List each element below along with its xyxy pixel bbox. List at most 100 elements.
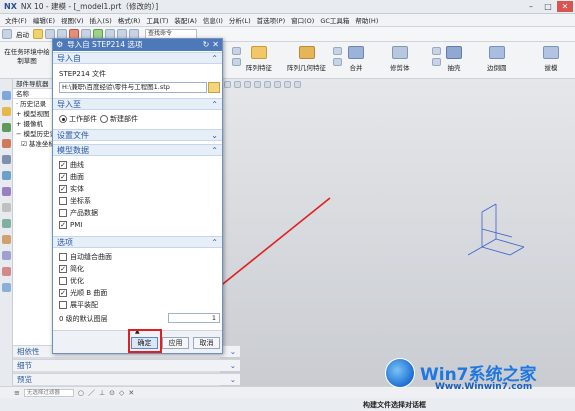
snap-intersect-icon[interactable]: ✕ [128, 389, 134, 397]
part-navigator-icon[interactable] [1, 123, 11, 132]
menu-analysis[interactable]: 分析(L) [226, 15, 254, 25]
process-studio-icon[interactable] [1, 219, 11, 228]
pattern-geometry-button[interactable]: 阵列几何特征 [287, 46, 326, 72]
reset-icon[interactable]: ↻ [203, 39, 210, 51]
draft-button[interactable]: 拔模 [543, 46, 559, 72]
ribbon-small-group-1 [232, 47, 241, 66]
nav-row-model-history[interactable]: − 模型历史记录 [13, 129, 52, 139]
details-panel[interactable]: 细节 ⌄ [13, 359, 240, 371]
step-file-path-input[interactable]: H:\兼职\百度经验\零件与工程图1.stp [59, 82, 207, 93]
snap-point-icon[interactable]: ○ [78, 389, 84, 397]
nav-row-model-views[interactable]: + 模型视图 [13, 109, 52, 119]
edge-blend-button[interactable]: 边倒圆 [487, 46, 507, 72]
split-body-icon[interactable] [432, 47, 441, 55]
menu-assembly[interactable]: 装配(A) [171, 15, 200, 25]
snap-mid-icon[interactable]: ⊥ [99, 389, 105, 397]
new-file-icon[interactable] [33, 29, 43, 39]
radio-work-part[interactable] [59, 115, 67, 123]
menu-tools[interactable]: 工具(T) [143, 15, 171, 25]
menu-info[interactable]: 信息(I) [200, 15, 226, 25]
datum-csys-graphic [467, 203, 525, 256]
preview-panel[interactable]: 预览 ⌄ [13, 373, 240, 385]
section-options[interactable]: 选项 ⌃ [53, 236, 222, 248]
menu-edit[interactable]: 编辑(E) [30, 15, 58, 25]
chevron-up-icon: ⌃ [211, 238, 218, 247]
menu-format[interactable]: 格式(R) [115, 15, 144, 25]
checkbox-surfaces[interactable]: ✓ 曲面 [59, 172, 84, 182]
snap-quad-icon[interactable]: ◇ [119, 389, 124, 397]
maximize-icon[interactable]: □ [540, 1, 556, 12]
nav-row-history[interactable]: · 历史记录 [13, 99, 52, 109]
selection-filter-dropdown[interactable]: 无选择过滤器 [23, 388, 74, 397]
menu-help[interactable]: 帮助(H) [352, 15, 381, 25]
gear-icon[interactable]: ⚙ [56, 39, 63, 51]
menu-gc-toolbox[interactable]: GC工具箱 [317, 15, 352, 25]
close-icon[interactable]: ✕ [212, 39, 219, 51]
hd3d-tools-icon[interactable] [1, 155, 11, 164]
dialog-title-bar[interactable]: ⚙ 导入自 STEP214 选项 ↻ ✕ [53, 39, 222, 51]
intersect-icon[interactable] [333, 58, 342, 66]
menu-icon[interactable]: ≡ [14, 389, 20, 397]
draft-label: 拔模 [544, 64, 558, 72]
history-icon[interactable] [1, 187, 11, 196]
checkbox-pmi[interactable]: ✓ PMI [59, 220, 82, 230]
reuse-library-icon[interactable] [1, 139, 11, 148]
checkbox-product-data[interactable]: 产品数据 [59, 208, 98, 218]
unite-button[interactable]: 合并 [348, 46, 364, 72]
web-browser-icon[interactable] [1, 171, 11, 180]
section-settings-file[interactable]: 设置文件 ⌄ [53, 129, 222, 141]
assembly-navigator-icon[interactable] [1, 91, 11, 100]
checkbox-box [59, 209, 67, 217]
pattern-feature-button[interactable]: 阵列特征 [246, 46, 272, 72]
status-line: 构建文件选择对话框 [0, 398, 575, 411]
windows-logo-icon [385, 358, 415, 388]
graphics-window[interactable] [220, 79, 575, 386]
apply-button[interactable]: 应用 [162, 337, 189, 349]
cancel-button[interactable]: 取消 [193, 337, 220, 349]
menu-view[interactable]: 视图(V) [58, 15, 87, 25]
trim-body-icon [391, 46, 408, 59]
section-model-data[interactable]: 模型数据 ⌃ [53, 144, 222, 156]
sketch-in-task-button[interactable]: 在任务环境中绘制草图 [4, 48, 50, 66]
system-materials-icon[interactable] [1, 203, 11, 212]
constraint-navigator-icon[interactable] [1, 107, 11, 116]
checkbox-csys[interactable]: 坐标系 [59, 196, 91, 206]
section-import-from[interactable]: 导入自 ⌃ [53, 52, 222, 64]
menu-window[interactable]: 窗口(O) [288, 15, 317, 25]
menu-insert[interactable]: 插入(S) [87, 15, 115, 25]
radio-new-part[interactable] [100, 115, 108, 123]
snap-end-icon[interactable]: ／ [88, 388, 95, 398]
roles-icon[interactable] [1, 251, 11, 260]
section-import-from-label: 导入自 [57, 54, 81, 63]
extrude-icon[interactable] [232, 47, 241, 55]
minimize-icon[interactable]: – [523, 1, 539, 12]
checkbox-auto-sew[interactable]: 自动缝合曲面 [59, 252, 112, 262]
navigator-column-name[interactable]: 名称 [13, 89, 52, 99]
system-scene-icon[interactable] [1, 267, 11, 276]
menu-file[interactable]: 文件(F) [2, 15, 30, 25]
menu-preferences[interactable]: 首选项(P) [254, 15, 289, 25]
pattern-geometry-icon [298, 46, 315, 59]
shell-button[interactable]: 抽壳 [446, 46, 462, 72]
trim-body-button[interactable]: 修剪体 [390, 46, 410, 72]
checkbox-optimize[interactable]: 优化 [59, 276, 84, 286]
checkbox-smooth-bsurface[interactable]: ✓ 光顺 B 曲面 [59, 288, 107, 298]
manufacturing-wizard-icon[interactable] [1, 235, 11, 244]
nav-row-datum-csys[interactable]: ☑ 基准坐标系 [13, 139, 52, 149]
start-menu-button[interactable]: 启动 [14, 29, 31, 39]
offset-face-icon[interactable] [432, 58, 441, 66]
checkbox-simplify[interactable]: ✓ 简化 [59, 264, 84, 274]
close-icon[interactable]: ✕ [557, 1, 573, 12]
default-layer-input[interactable]: 1 [168, 313, 220, 323]
checkbox-box [59, 197, 67, 205]
checkbox-flatten-assembly[interactable]: 展平装配 [59, 300, 98, 310]
nav-row-cameras[interactable]: + 摄像机 [13, 119, 52, 129]
subtract-icon[interactable] [333, 47, 342, 55]
folder-open-icon[interactable] [208, 82, 220, 93]
checkbox-solids[interactable]: ✓ 实体 [59, 184, 84, 194]
hole-icon[interactable] [232, 58, 241, 66]
checkbox-curves[interactable]: ✓ 曲线 [59, 160, 84, 170]
snap-center-icon[interactable]: ⊙ [109, 389, 115, 397]
palette-icon[interactable] [1, 283, 11, 292]
section-import-to[interactable]: 导入至 ⌃ [53, 98, 222, 110]
